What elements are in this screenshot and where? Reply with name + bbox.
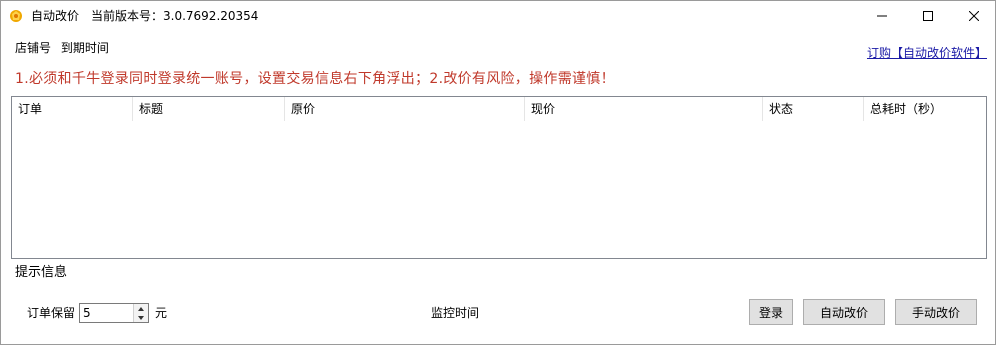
keep-amount-stepper[interactable]: 5 bbox=[79, 303, 149, 323]
manual-reprice-button[interactable]: 手动改价 bbox=[895, 299, 977, 325]
keep-amount-value[interactable]: 5 bbox=[83, 306, 91, 320]
minimize-button[interactable] bbox=[859, 1, 905, 31]
maximize-icon bbox=[923, 11, 933, 21]
arrow-down-icon bbox=[138, 315, 144, 320]
title-bar: 自动改价 当前版本号：3.0.7692.20354 bbox=[1, 1, 995, 31]
column-header-original-price[interactable]: 原价 bbox=[285, 97, 525, 121]
keep-label: 订单保留 bbox=[27, 306, 76, 320]
maximize-button[interactable] bbox=[905, 1, 951, 31]
close-icon bbox=[969, 11, 979, 21]
column-header-title[interactable]: 标题 bbox=[133, 97, 285, 121]
column-header-current-price[interactable]: 现价 bbox=[525, 97, 763, 121]
version-label: 当前版本号：3.0.7692.20354 bbox=[91, 9, 259, 23]
buy-software-link[interactable]: 订购【自动改价软件】 bbox=[867, 44, 987, 61]
store-label: 店铺号 bbox=[15, 41, 52, 55]
monitor-time-label: 监控时间 bbox=[431, 306, 480, 320]
auto-reprice-button[interactable]: 自动改价 bbox=[803, 299, 885, 325]
stepper-down-button[interactable] bbox=[133, 313, 148, 322]
arrow-up-icon bbox=[138, 306, 144, 311]
orders-table[interactable]: 订单 标题 原价 现价 状态 总耗时（秒） bbox=[11, 96, 987, 259]
login-button[interactable]: 登录 bbox=[749, 299, 793, 325]
app-logo-icon bbox=[9, 9, 23, 23]
app-window: 自动改价 当前版本号：3.0.7692.20354 店铺号 到期时间 订购【自动… bbox=[0, 0, 996, 345]
column-header-order[interactable]: 订单 bbox=[12, 97, 133, 121]
column-header-elapsed[interactable]: 总耗时（秒） bbox=[864, 97, 986, 121]
column-header-status[interactable]: 状态 bbox=[763, 97, 864, 121]
close-button[interactable] bbox=[951, 1, 996, 31]
window-title: 自动改价 bbox=[31, 9, 80, 23]
hint-label: 提示信息 bbox=[15, 265, 68, 280]
minimize-icon bbox=[877, 15, 887, 17]
table-header: 订单 标题 原价 现价 状态 总耗时（秒） bbox=[12, 97, 986, 121]
expiry-label: 到期时间 bbox=[60, 41, 109, 55]
currency-unit: 元 bbox=[155, 306, 168, 320]
warning-notice: 1.必须和千牛登录同时登录统一账号，设置交易信息右下角浮出；2.改价有风险，操作… bbox=[15, 71, 615, 87]
store-info: 店铺号 到期时间 bbox=[15, 41, 115, 55]
